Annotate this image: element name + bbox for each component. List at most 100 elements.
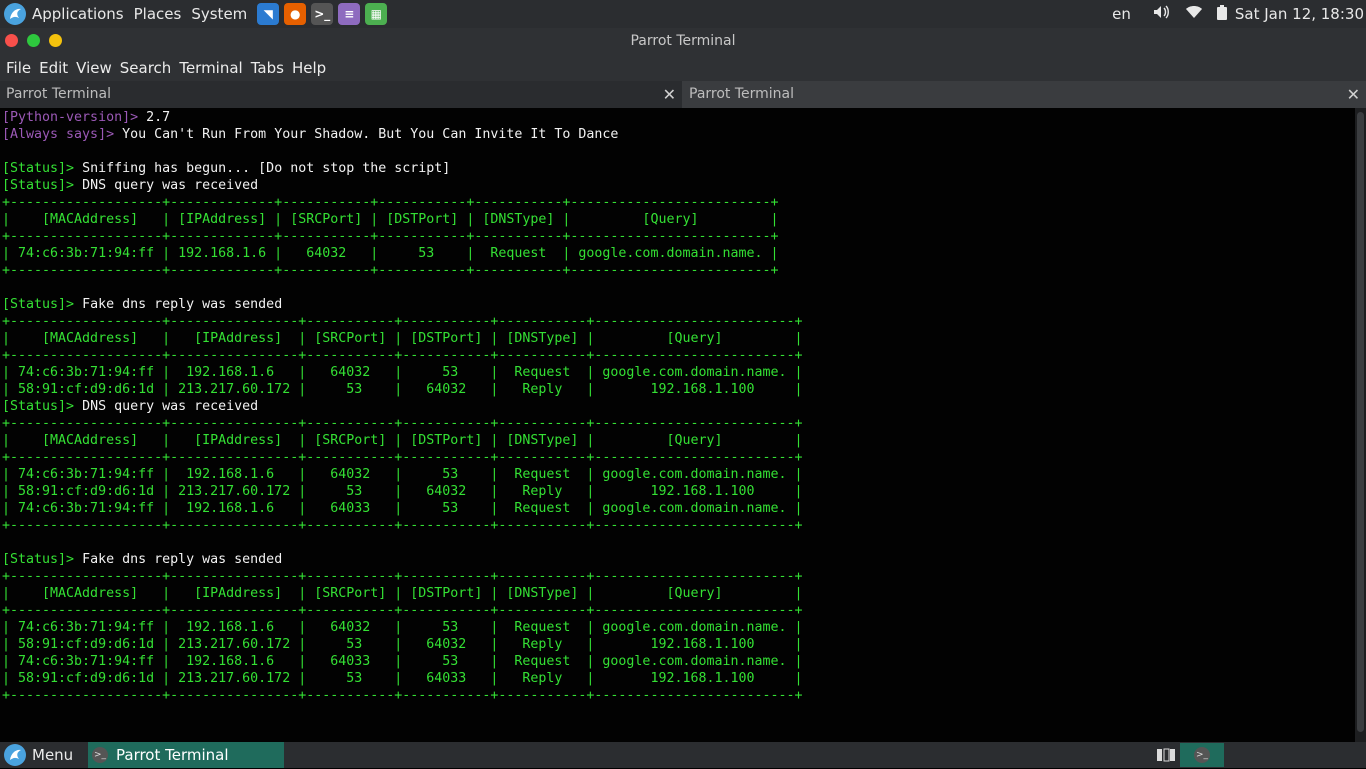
system-monitor-icon[interactable]: ▦ [365,3,388,25]
terminal-segment: +-------------------+----------------+--… [2,450,803,465]
main-menu-button[interactable]: Menu [4,743,73,767]
terminal-segment: 2.7 [146,110,171,125]
tab-1[interactable]: Parrot Terminal ✕ [0,81,682,108]
terminal-segment: | 74:c6:3b:71:94:ff | 192.168.1.6 | 6403… [2,501,803,516]
terminal-line: +-------------------+-------------+-----… [2,262,803,279]
places-menu[interactable]: Places [134,5,182,23]
text-editor-icon[interactable]: ≡ [338,3,361,25]
menu-file[interactable]: File [6,59,31,77]
tab-1-close-icon[interactable]: ✕ [663,81,676,108]
terminal-segment: DNS query was received [82,399,259,414]
applications-label: Applications [32,5,124,23]
menu-view[interactable]: View [76,59,112,77]
bottom-panel: Menu >_ Parrot Terminal >_ [0,742,1366,768]
terminal-segment: | 74:c6:3b:71:94:ff | 192.168.1.6 | 6403… [2,246,779,261]
menu-edit[interactable]: Edit [39,59,68,77]
terminal-segment: | 74:c6:3b:71:94:ff | 192.168.1.6 | 6403… [2,620,803,635]
volume-icon[interactable] [1153,5,1169,23]
parrot-logo-icon [4,3,26,25]
places-label: Places [133,5,182,23]
terminal-segment: | 74:c6:3b:71:94:ff | 192.168.1.6 | 6403… [2,365,803,380]
terminal-segment: [Always says]> [2,127,123,142]
terminal-line: +-------------------+----------------+--… [2,449,803,466]
terminal-segment: +-------------------+----------------+--… [2,569,803,584]
tab-2[interactable]: Parrot Terminal ✕ [683,81,1366,108]
terminal-line: | 74:c6:3b:71:94:ff | 192.168.1.6 | 6403… [2,500,803,517]
terminal-line: [Python-version]> 2.7 [2,109,803,126]
terminal-line: [Status]> Sniffing has begun... [Do not … [2,160,803,177]
terminal-line: | [MACAddress] | [IPAddress] | [SRCPort]… [2,330,803,347]
terminal-segment: +-------------------+----------------+--… [2,348,803,363]
terminal-segment: | [MACAddress] | [IPAddress] | [SRCPort]… [2,212,779,227]
scrollbar-thumb[interactable] [1357,112,1364,732]
terminal-segment: +-------------------+-------------+-----… [2,195,779,210]
parrot-menu-icon [4,744,26,766]
terminal-line: +-------------------+-------------+-----… [2,228,803,245]
terminal-segment: You Can't Run From Your Shadow. But You … [122,127,619,142]
tab-2-close-icon[interactable]: ✕ [1347,81,1360,108]
terminal-segment: +-------------------+-------------+-----… [2,229,779,244]
terminal-line: +-------------------+----------------+--… [2,517,803,534]
terminal-line: +-------------------+-------------+-----… [2,194,803,211]
terminal-segment: DNS query was received [82,178,259,193]
launcher-bar: ◥ ● >_ ≡ ▦ [257,3,392,25]
clock[interactable]: Sat Jan 12, 18:30 [1235,5,1364,23]
tab-bar: Parrot Terminal ✕ Parrot Terminal ✕ [0,81,1366,108]
terminal-line: | 74:c6:3b:71:94:ff | 192.168.1.6 | 6403… [2,466,803,483]
terminal-line: +-------------------+----------------+--… [2,415,803,432]
terminal-line: | 74:c6:3b:71:94:ff | 192.168.1.6 | 6403… [2,619,803,636]
terminal-scrollbar[interactable] [1355,108,1366,742]
menu-bar: File Edit View Search Terminal Tabs Help [0,54,1366,81]
applications-menu[interactable]: Applications [4,3,124,25]
menu-tabs[interactable]: Tabs [251,59,284,77]
top-panel: Applications Places System ◥ ● >_ ≡ ▦ en Sat… [0,0,1366,28]
wifi-icon[interactable] [1185,5,1203,23]
tab-2-label: Parrot Terminal [689,86,795,102]
terminal-segment: | 74:c6:3b:71:94:ff | 192.168.1.6 | 6403… [2,467,803,482]
terminal-line: | 74:c6:3b:71:94:ff | 192.168.1.6 | 6403… [2,364,803,381]
terminal-line: [Always says]> You Can't Run From Your S… [2,126,803,143]
terminal-line: | [MACAddress] | [IPAddress] | [SRCPort]… [2,432,803,449]
terminal-icon[interactable]: >_ [311,3,334,25]
terminal-segment: +-------------------+----------------+--… [2,688,803,703]
terminal-line: [Status]> Fake dns reply was sended [2,296,803,313]
terminal-tray-icon[interactable]: >_ [1180,743,1224,767]
terminal-segment: | 74:c6:3b:71:94:ff | 192.168.1.6 | 6403… [2,654,803,669]
terminal-segment: Fake dns reply was sended [82,552,283,567]
menu-button-label: Menu [32,746,74,764]
system-menu[interactable]: System [191,5,247,23]
terminal-segment: | [MACAddress] | [IPAddress] | [SRCPort]… [2,586,803,601]
menu-terminal[interactable]: Terminal [179,59,242,77]
window-title: Parrot Terminal [630,33,736,49]
terminal-segment: +-------------------+----------------+--… [2,314,803,329]
task-label: Parrot Terminal [116,746,229,764]
terminal-segment: [Status]> [2,399,83,414]
workspace-switcher-icon[interactable] [1156,745,1176,765]
terminal-segment: +-------------------+----------------+--… [2,416,803,431]
terminal-segment: [Status]> [2,297,83,312]
terminal-line: [Status]> DNS query was received [2,177,803,194]
terminal-task-icon: >_ [92,747,108,763]
window-titlebar[interactable]: Parrot Terminal [0,28,1366,54]
menu-help[interactable]: Help [292,59,326,77]
taskbar-item-parrot-terminal[interactable]: >_ Parrot Terminal [88,742,284,768]
firefox-icon[interactable]: ● [284,3,307,25]
terminal-segment: | 58:91:cf:d9:d6:1d | 213.217.60.172 | 5… [2,637,803,652]
terminal-line: +-------------------+----------------+--… [2,347,803,364]
keyboard-layout[interactable]: en [1112,5,1131,23]
vscode-icon[interactable]: ◥ [257,3,280,25]
terminal-segment: Fake dns reply was sended [82,297,283,312]
terminal-line: [Status]> DNS query was received [2,398,803,415]
menu-search[interactable]: Search [120,59,172,77]
terminal-glyph-icon: >_ [1194,747,1210,763]
terminal-line: +-------------------+----------------+--… [2,568,803,585]
terminal-segment: | [MACAddress] | [IPAddress] | [SRCPort]… [2,331,803,346]
battery-icon[interactable] [1216,4,1227,24]
terminal-line: | 58:91:cf:d9:d6:1d | 213.217.60.172 | 5… [2,381,803,398]
terminal-output[interactable]: [Python-version]> 2.7 [Always says]> You … [0,108,1355,742]
terminal-line: | [MACAddress] | [IPAddress] | [SRCPort]… [2,585,803,602]
terminal-segment: | 58:91:cf:d9:d6:1d | 213.217.60.172 | 5… [2,484,803,499]
